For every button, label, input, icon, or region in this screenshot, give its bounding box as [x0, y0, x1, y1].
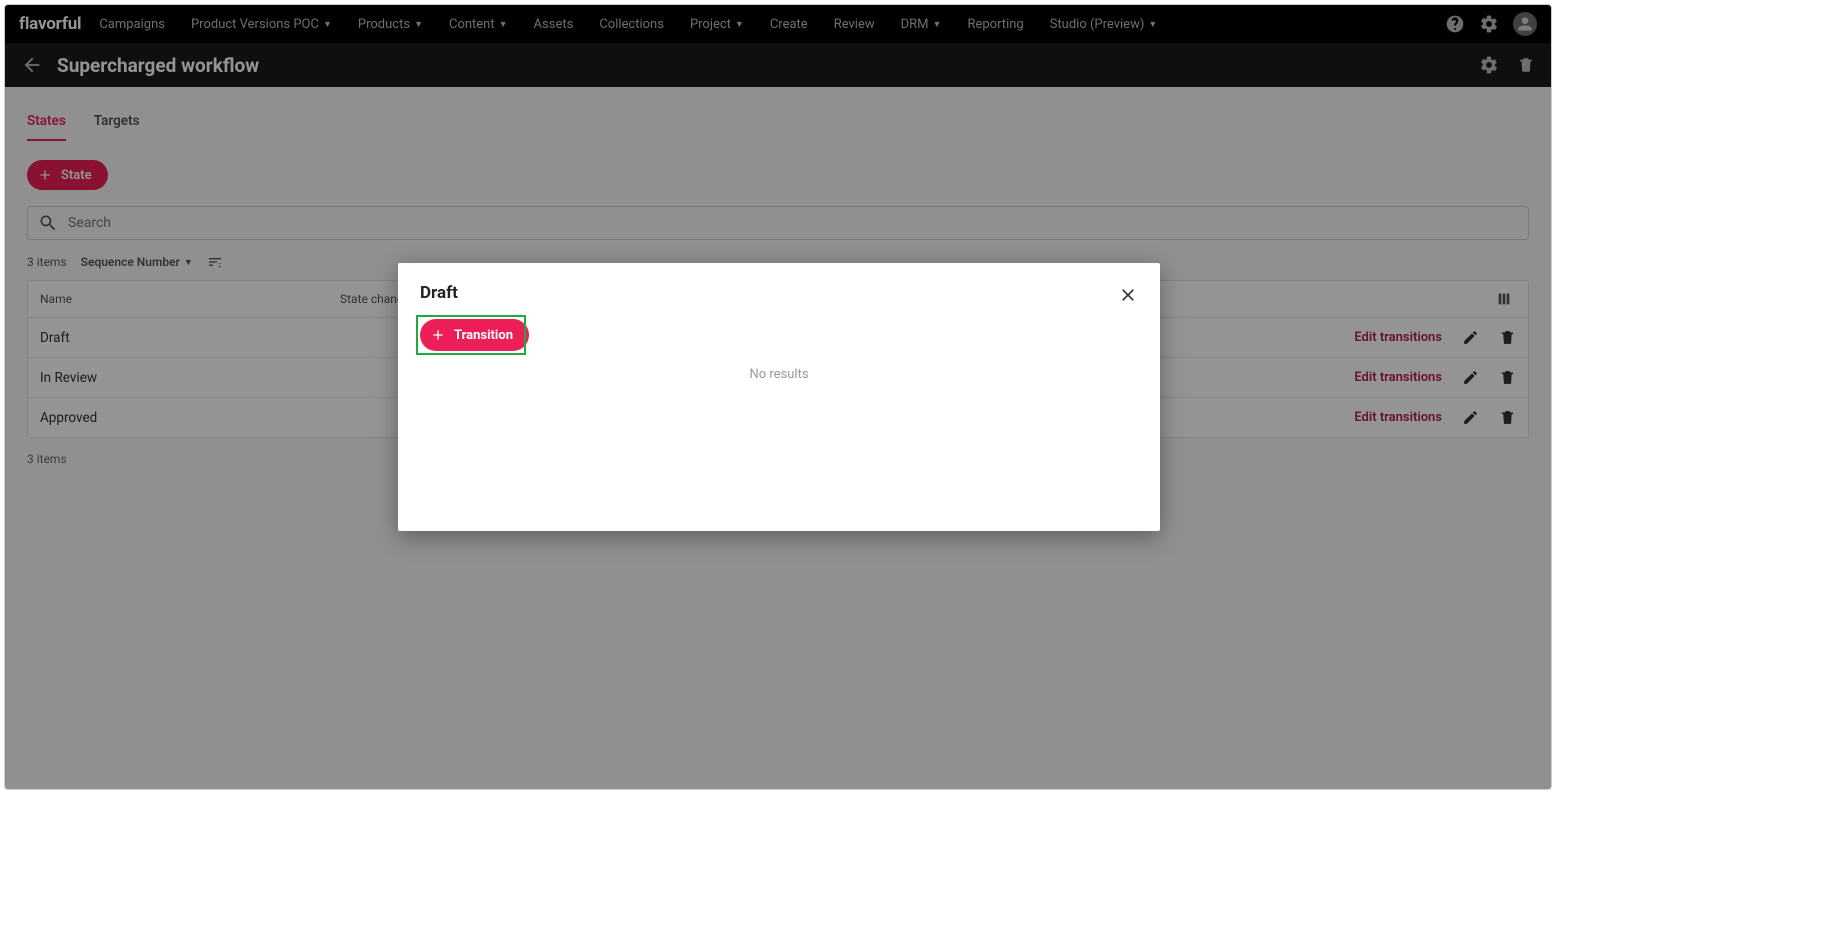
- add-transition-label: Transition: [454, 328, 513, 343]
- modal-title: Draft: [420, 283, 1138, 303]
- add-transition-button[interactable]: Transition: [420, 319, 529, 351]
- transitions-modal: Draft Transition No results: [398, 263, 1160, 531]
- plus-icon: [430, 327, 446, 343]
- close-icon[interactable]: [1118, 285, 1138, 305]
- no-results-text: No results: [420, 367, 1138, 382]
